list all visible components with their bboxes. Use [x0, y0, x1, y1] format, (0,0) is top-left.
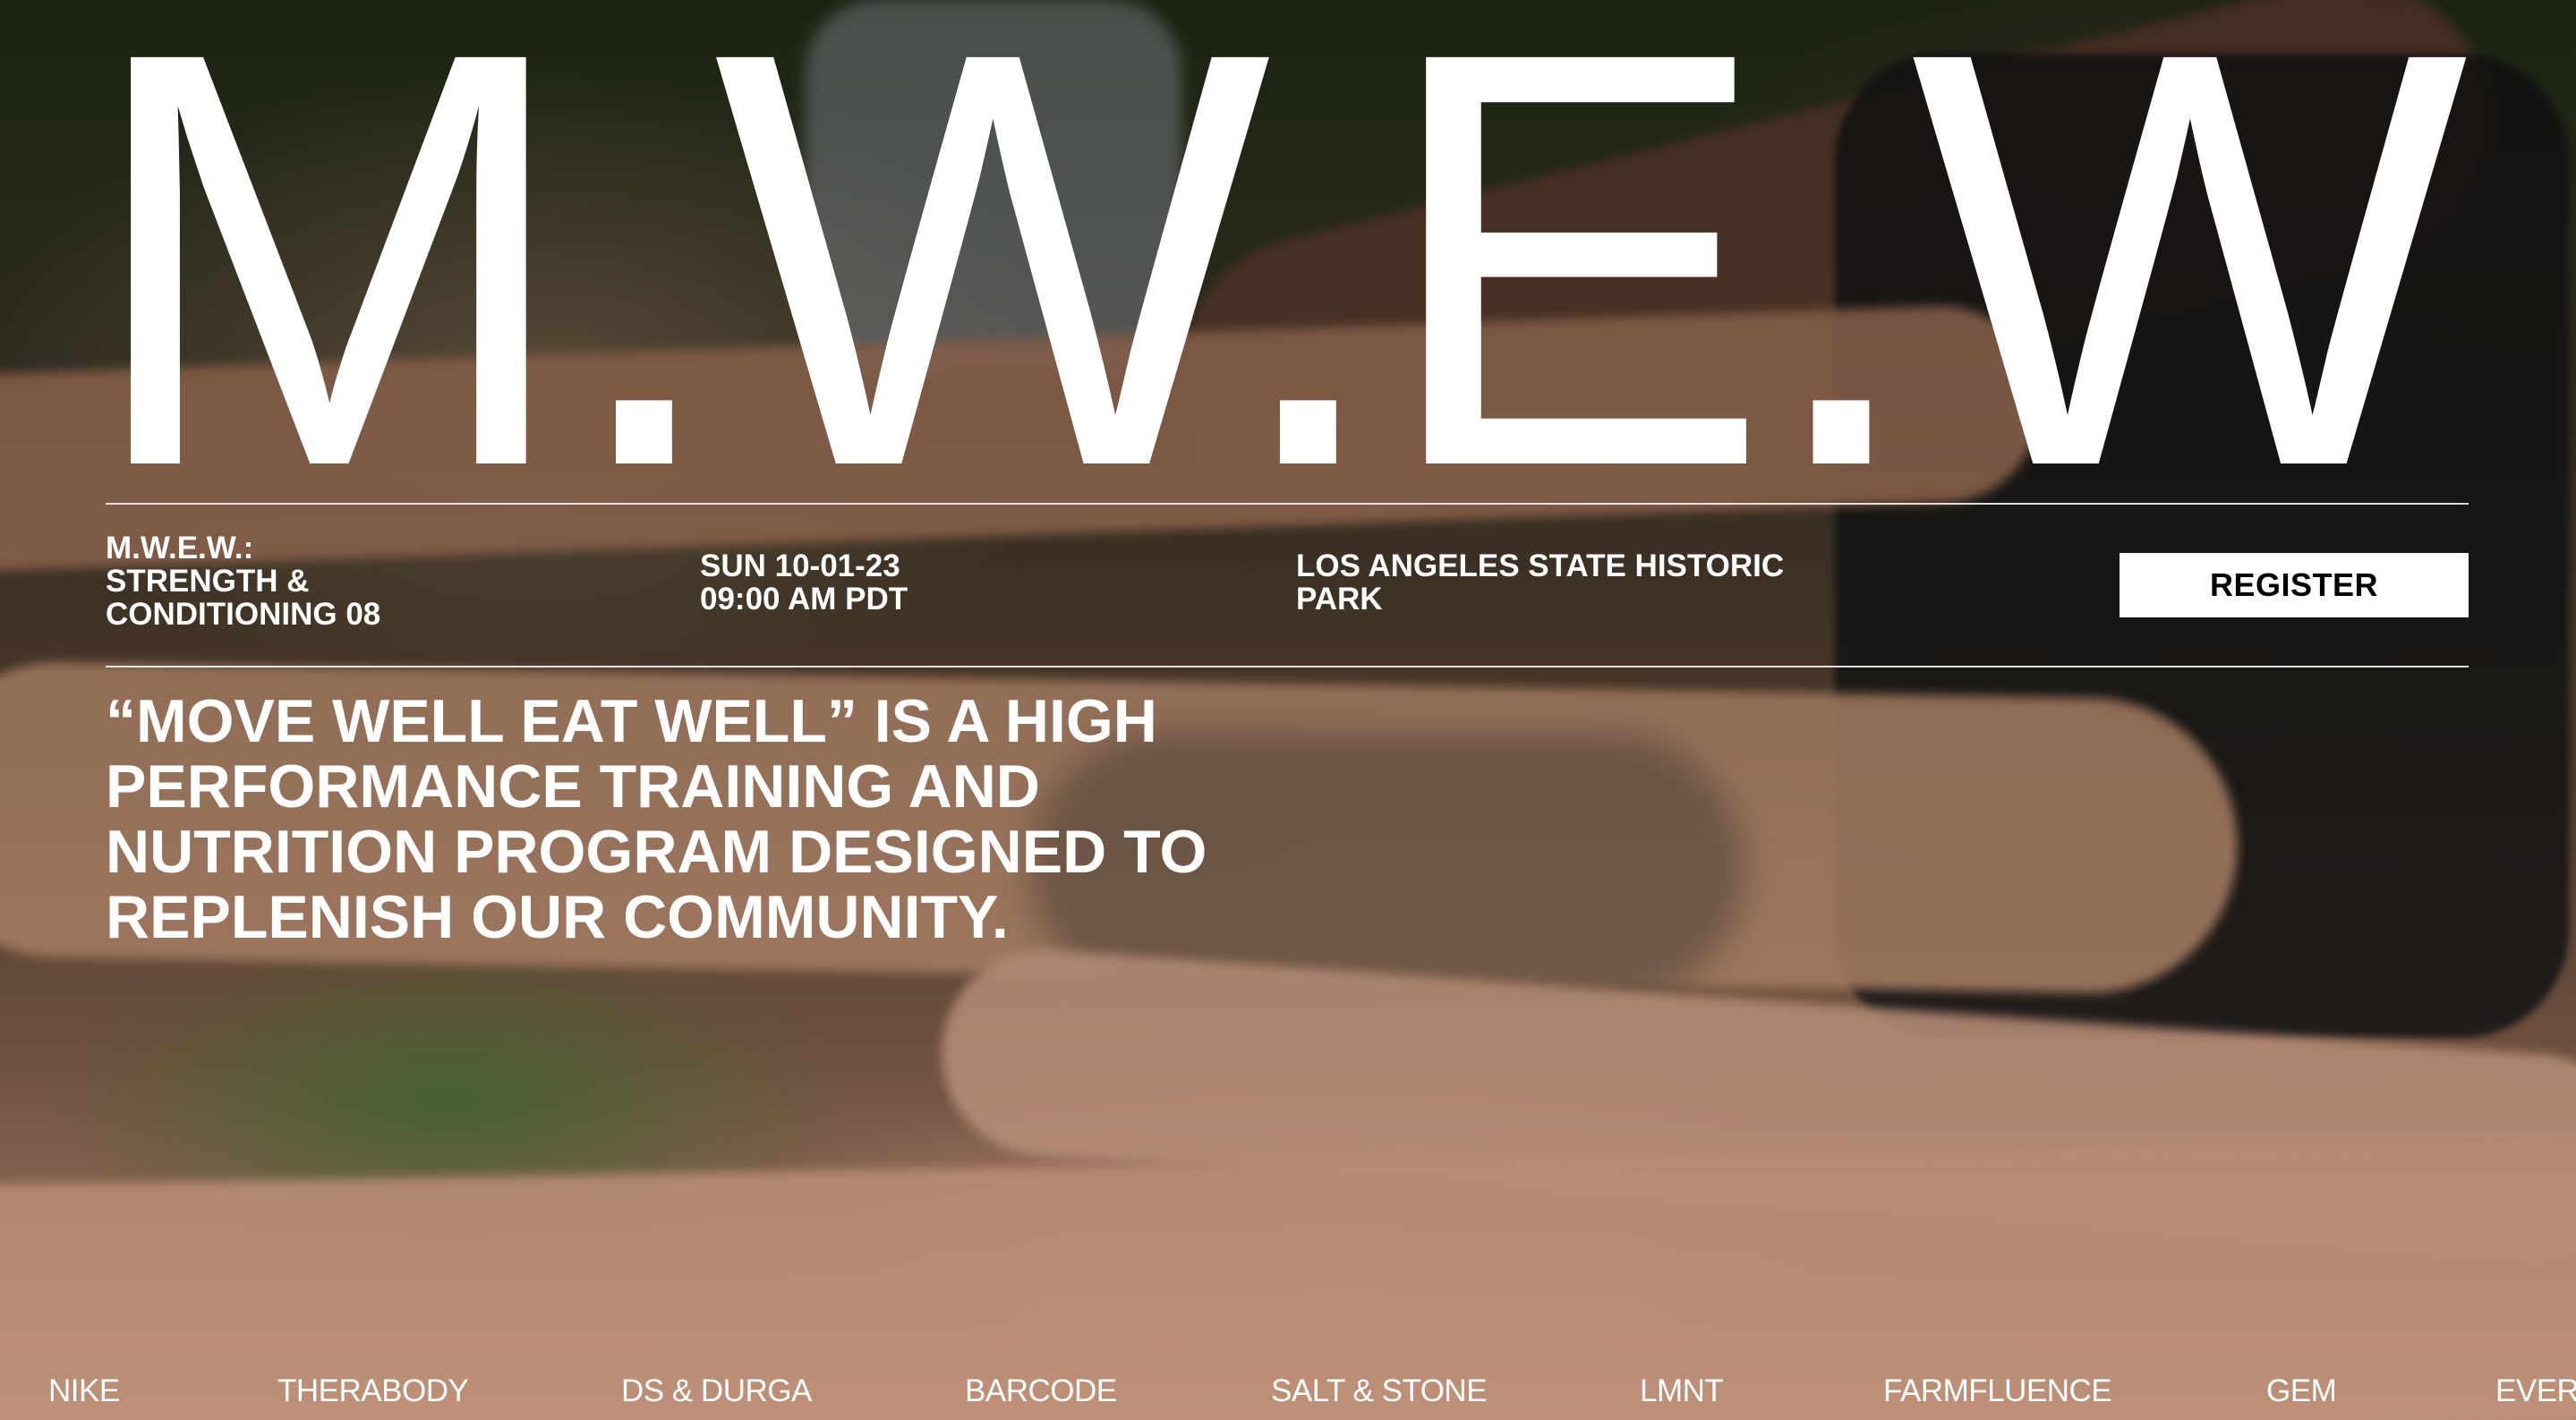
- program-line: M.W.E.W.:: [106, 531, 254, 565]
- sponsor-salt-stone: SALT & STONE: [1271, 1373, 1488, 1408]
- program-line: STRENGTH &: [106, 564, 310, 599]
- event-date: SUN 10-01-23: [700, 548, 900, 583]
- hero-section: M.W.E.W M.W.E.W.: STRENGTH & CONDITIONIN…: [0, 0, 2576, 1420]
- sponsor-gem: GEM: [2266, 1373, 2337, 1408]
- sponsor-ds-durga: DS & DURGA: [621, 1373, 812, 1408]
- event-location: LOS ANGELES STATE HISTORIC PARK: [1296, 549, 1905, 616]
- sponsor-nike: NIKE: [48, 1373, 120, 1408]
- event-datetime: SUN 10-01-23 09:00 AM PDT: [700, 549, 1165, 616]
- sponsor-marquee: NIKE THERABODY DS & DURGA BARCODE SALT &…: [0, 1371, 2576, 1412]
- sponsor-therabody: THERABODY: [277, 1373, 469, 1408]
- divider-bottom: [106, 666, 2469, 667]
- sponsor-lmnt: LMNT: [1640, 1373, 1724, 1408]
- hero-title: M.W.E.W: [82, 0, 2469, 589]
- divider-top: [106, 503, 2469, 505]
- register-button[interactable]: REGISTER: [2120, 553, 2469, 617]
- sponsor-barcode: BARCODE: [965, 1373, 1117, 1408]
- event-time: 09:00 AM PDT: [700, 582, 908, 616]
- sponsor-every: EVERY: [2495, 1373, 2576, 1408]
- program-name: M.W.E.W.: STRENGTH & CONDITIONING 08: [106, 531, 571, 631]
- program-tagline: “MOVE WELL EAT WELL” IS A HIGH PERFORMAN…: [106, 687, 1207, 951]
- location-line: LOS ANGELES STATE HISTORIC: [1296, 548, 1785, 583]
- sponsor-farmfluence: FARMFLUENCE: [1883, 1373, 2112, 1408]
- location-line: PARK: [1296, 582, 1383, 616]
- program-line: CONDITIONING 08: [106, 597, 381, 632]
